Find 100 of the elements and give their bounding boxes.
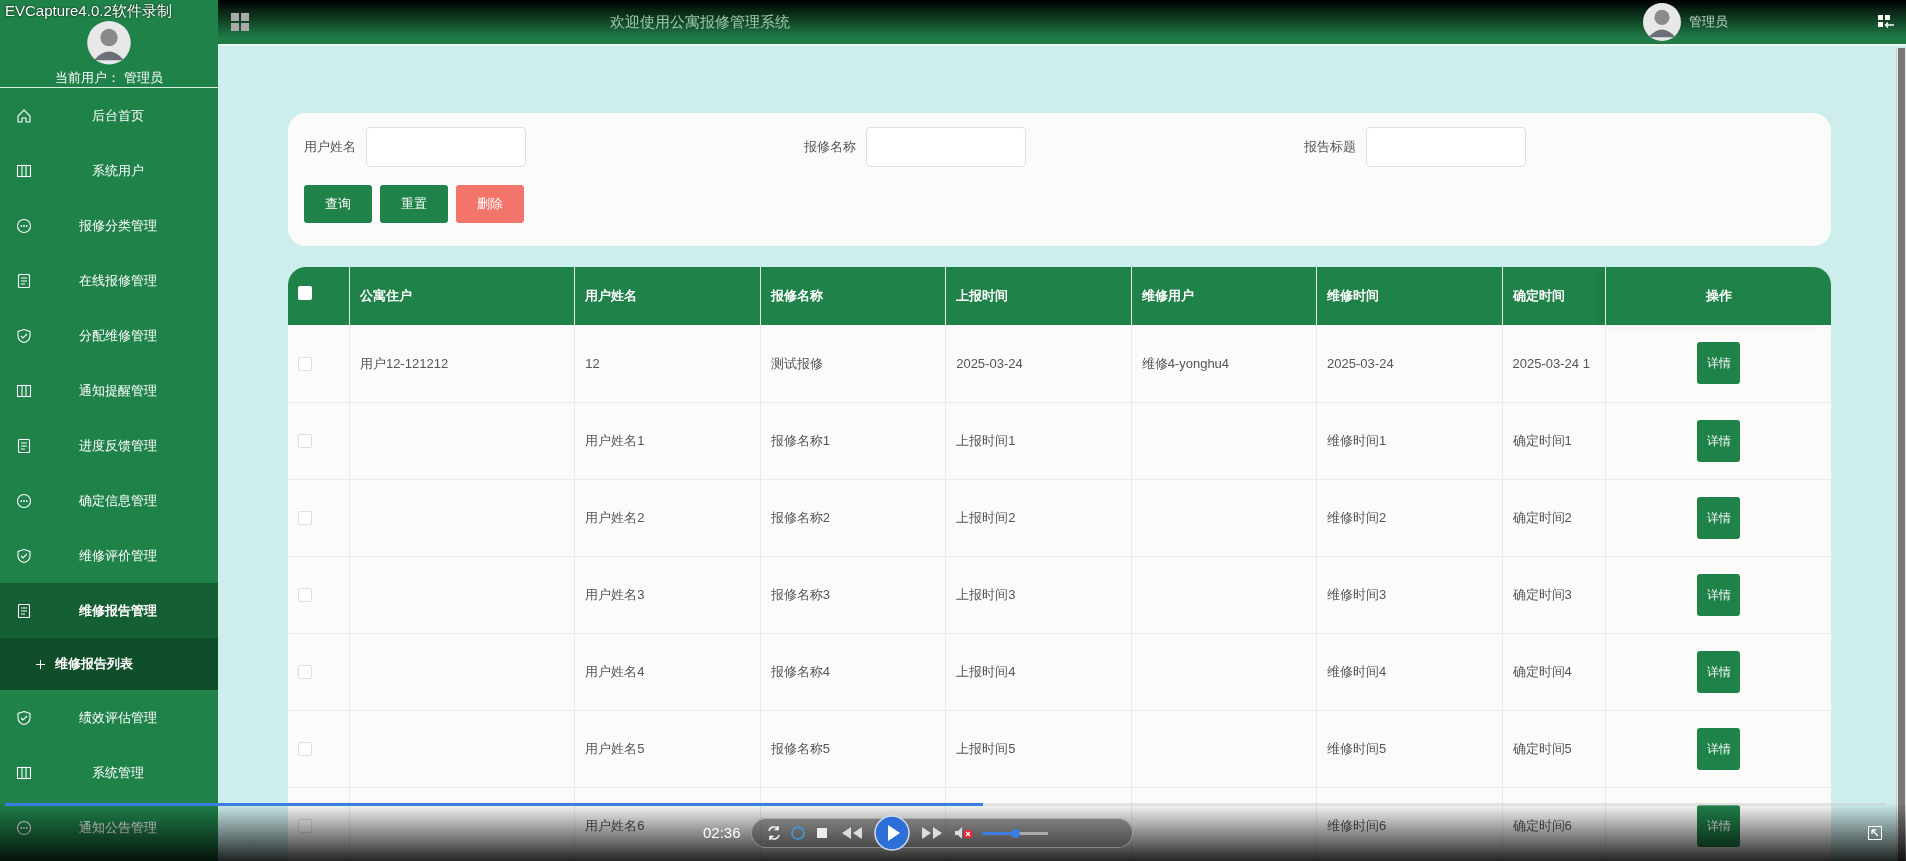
repeat-button[interactable] (765, 825, 782, 841)
sidebar-item[interactable]: 绩效评估管理 (0, 690, 218, 745)
avatar-icon (1643, 3, 1681, 41)
table-cell: 用户姓名6 (585, 817, 645, 833)
action-button[interactable]: 重置 (380, 185, 448, 223)
table-cell: 确定时间3 (1512, 586, 1572, 602)
details-button[interactable]: 详情 (1697, 419, 1741, 462)
row-checkbox[interactable] (298, 434, 312, 449)
column-header: 报修名称 (770, 288, 823, 304)
table-cell: 确定时间2 (1512, 509, 1572, 525)
details-button[interactable]: 详情 (1697, 804, 1741, 847)
table-cell: 维修时间4 (1327, 663, 1387, 679)
row-checkbox[interactable] (298, 511, 312, 526)
progress-track[interactable] (5, 803, 1886, 806)
text-field[interactable] (366, 127, 526, 167)
details-button[interactable]: 详情 (1697, 342, 1741, 385)
sidebar-item[interactable]: 维修评价管理 (0, 528, 218, 583)
table-cell: 维修时间1 (1327, 432, 1387, 448)
details-button[interactable]: 详情 (1697, 727, 1741, 770)
table-cell: 12 (585, 355, 600, 371)
chat-icon (16, 492, 32, 509)
chat-icon (16, 217, 32, 234)
text-field[interactable] (866, 127, 1026, 167)
columns-icon (16, 764, 32, 781)
select-all-checkbox[interactable] (298, 286, 312, 301)
sidebar-item[interactable]: 系统用户 (0, 143, 218, 198)
mute-button[interactable] (953, 825, 974, 841)
row-checkbox[interactable] (298, 819, 312, 834)
grid-icon (230, 12, 250, 32)
row-checkbox[interactable] (298, 357, 312, 372)
table-cell: 维修时间6 (1327, 817, 1387, 833)
grid-menu-button[interactable] (230, 12, 250, 32)
volume-thumb[interactable] (1010, 828, 1020, 838)
table-cell: 上报时间4 (956, 663, 1016, 679)
sidebar-item[interactable]: 进度反馈管理 (0, 418, 218, 473)
sidebar-subitem[interactable]: 维修报告列表 (0, 638, 218, 690)
table-cell: 确定时间5 (1512, 740, 1572, 756)
table-cell: 维修4-yonghu4 (1141, 355, 1230, 371)
table-cell: 确定时间1 (1512, 432, 1572, 448)
table-cell: 报修名称1 (770, 432, 830, 448)
collapse-icon (1878, 15, 1894, 29)
sidebar-item[interactable]: 通知提醒管理 (0, 363, 218, 418)
details-button[interactable]: 详情 (1697, 650, 1741, 693)
table-cell: 上报时间3 (956, 586, 1016, 602)
table-cell: 维修时间2 (1327, 509, 1387, 525)
table-cell: 报修名称3 (770, 586, 830, 602)
playback-time: 02:36 (703, 822, 741, 843)
sidebar-item[interactable]: 在线报修管理 (0, 253, 218, 308)
table-cell: 报修名称4 (770, 663, 830, 679)
user-name: 管理员 (1689, 13, 1728, 32)
scrollbar[interactable] (1896, 48, 1906, 861)
row-checkbox[interactable] (298, 742, 312, 757)
home-icon (16, 107, 32, 124)
table-cell: 确定时间6 (1512, 817, 1572, 833)
table-cell: 2025-03-24 (956, 355, 1023, 371)
shield-icon (16, 709, 32, 726)
sidebar-item[interactable]: 维修报告管理 (0, 583, 218, 638)
details-button[interactable]: 详情 (1697, 573, 1741, 616)
refresh-button[interactable] (789, 825, 806, 841)
table-cell: 维修时间5 (1327, 740, 1387, 756)
sidebar-item[interactable]: 分配维修管理 (0, 308, 218, 363)
row-checkbox[interactable] (298, 588, 312, 603)
fullscreen-button[interactable] (1868, 826, 1882, 840)
collapse-button[interactable] (1878, 15, 1894, 29)
sidebar-item[interactable]: 确定信息管理 (0, 473, 218, 528)
volume-slider[interactable] (981, 831, 1048, 835)
sidebar-item[interactable]: 报修分类管理 (0, 198, 218, 253)
sidebar-item[interactable]: 后台首页 (0, 88, 218, 143)
sidebar-item[interactable]: 系统管理 (0, 745, 218, 800)
table-cell: 测试报修 (770, 355, 823, 371)
table-cell: 用户姓名5 (585, 740, 645, 756)
delete-button[interactable]: 删除 (456, 185, 524, 223)
column-header: 维修时间 (1327, 288, 1380, 304)
document-icon (16, 272, 32, 289)
table-cell: 报修名称2 (770, 509, 830, 525)
column-header: 用户姓名 (585, 288, 638, 304)
column-header: 确定时间 (1512, 288, 1565, 304)
table-cell: 维修时间3 (1327, 586, 1387, 602)
row-checkbox[interactable] (298, 665, 312, 680)
column-header: 维修用户 (1141, 288, 1194, 304)
table-cell: 用户姓名4 (585, 663, 645, 679)
table-cell: 用户姓名2 (585, 509, 645, 525)
column-header: 上报时间 (956, 288, 1009, 304)
play-button[interactable] (873, 815, 910, 851)
details-button[interactable]: 详情 (1697, 496, 1741, 539)
table-cell: 用户姓名3 (585, 586, 645, 602)
field-label: 报告标题 (1304, 138, 1356, 157)
columns-icon (16, 382, 32, 399)
table-cell: 上报时间2 (956, 509, 1016, 525)
recorder-title: EVCapture4.0.2软件录制 (5, 1, 172, 21)
table-cell: 2025-03-24 1 (1512, 355, 1590, 371)
play-icon (873, 815, 910, 851)
field-label: 用户姓名 (304, 138, 356, 157)
document-icon (16, 437, 32, 454)
table-cell: 2025-03-24 (1327, 355, 1394, 371)
text-field[interactable] (1366, 127, 1526, 167)
page-title: 欢迎使用公寓报修管理系统 (610, 11, 791, 32)
column-header: 公寓住户 (359, 288, 412, 304)
action-button[interactable]: 查询 (304, 185, 372, 223)
plus-icon (36, 659, 45, 669)
